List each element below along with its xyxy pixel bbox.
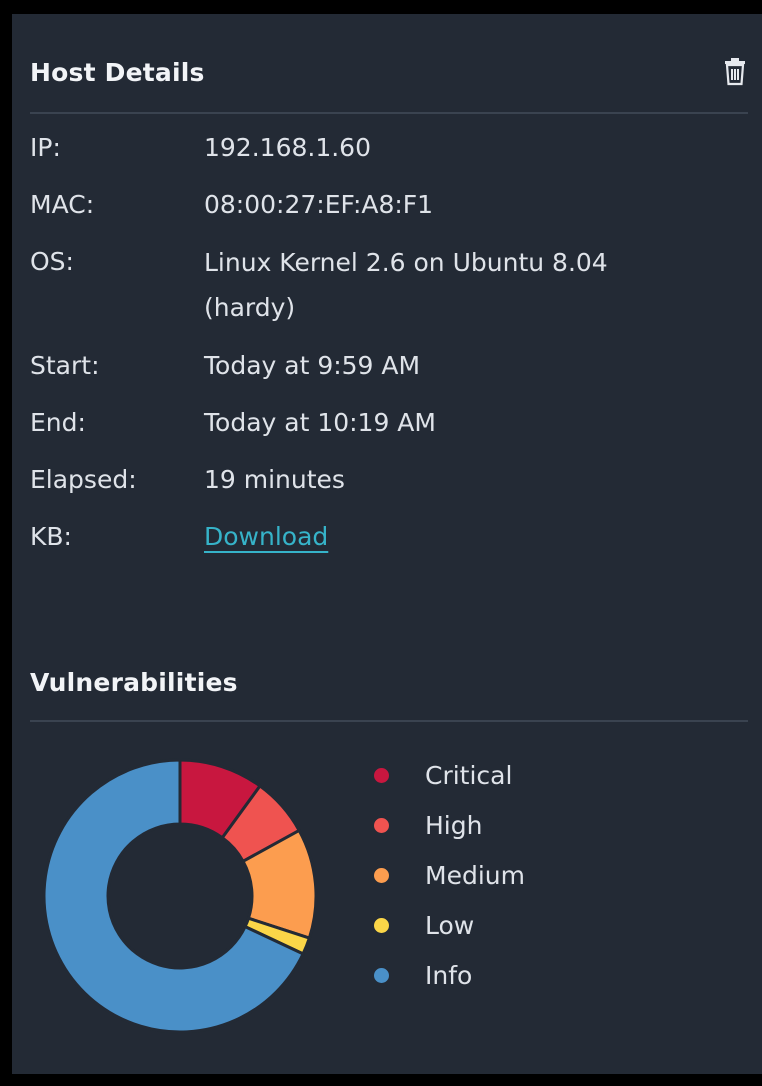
ip-label: IP: bbox=[30, 133, 61, 162]
mac-label: MAC: bbox=[30, 190, 95, 219]
end-label: End: bbox=[30, 408, 86, 437]
legend-label: High bbox=[425, 810, 483, 840]
vulnerabilities-legend: Critical High Medium Low Info bbox=[374, 750, 525, 1000]
trash-icon[interactable] bbox=[722, 57, 748, 87]
mac-value: 08:00:27:EF:A8:F1 bbox=[204, 190, 434, 219]
start-value: Today at 9:59 AM bbox=[204, 351, 421, 380]
host-details-list: IP: 192.168.1.60 MAC: 08:00:27:EF:A8:F1 … bbox=[30, 126, 730, 572]
detail-row-end: End: Today at 10:19 AM bbox=[30, 401, 730, 444]
elapsed-label: Elapsed: bbox=[30, 465, 137, 494]
legend-label: Critical bbox=[425, 760, 513, 790]
vulnerabilities-donut-chart bbox=[42, 758, 318, 1034]
legend-label: Info bbox=[425, 960, 473, 990]
end-value: Today at 10:19 AM bbox=[204, 408, 436, 437]
detail-row-kb: KB: Download bbox=[30, 515, 730, 558]
elapsed-value: 19 minutes bbox=[204, 465, 345, 494]
os-label: OS: bbox=[30, 247, 74, 276]
legend-item-high[interactable]: High bbox=[374, 800, 525, 850]
legend-dot bbox=[374, 917, 389, 933]
legend-item-medium[interactable]: Medium bbox=[374, 850, 525, 900]
detail-row-ip: IP: 192.168.1.60 bbox=[30, 126, 730, 169]
legend-dot bbox=[374, 817, 389, 833]
host-details-panel: Host Details IP: 192.168.1.60 MAC: 08:00… bbox=[12, 14, 762, 1074]
legend-item-low[interactable]: Low bbox=[374, 900, 525, 950]
detail-row-elapsed: Elapsed: 19 minutes bbox=[30, 458, 730, 501]
ip-value: 192.168.1.60 bbox=[204, 133, 371, 162]
detail-row-os: OS: Linux Kernel 2.6 on Ubuntu 8.04 (har… bbox=[30, 240, 730, 330]
legend-dot bbox=[374, 767, 389, 783]
vulnerabilities-header: Vulnerabilities bbox=[30, 644, 748, 722]
detail-row-mac: MAC: 08:00:27:EF:A8:F1 bbox=[30, 183, 730, 226]
legend-item-critical[interactable]: Critical bbox=[374, 750, 525, 800]
detail-row-start: Start: Today at 9:59 AM bbox=[30, 344, 730, 387]
host-details-title: Host Details bbox=[30, 57, 205, 87]
legend-dot bbox=[374, 967, 389, 983]
legend-dot bbox=[374, 867, 389, 883]
legend-label: Low bbox=[425, 910, 475, 940]
kb-download-link[interactable]: Download bbox=[204, 522, 328, 551]
vulnerabilities-title: Vulnerabilities bbox=[30, 667, 238, 697]
legend-item-info[interactable]: Info bbox=[374, 950, 525, 1000]
start-label: Start: bbox=[30, 351, 100, 380]
kb-label: KB: bbox=[30, 522, 72, 551]
host-details-header: Host Details bbox=[30, 32, 748, 114]
os-value: Linux Kernel 2.6 on Ubuntu 8.04 (hardy) bbox=[204, 248, 608, 322]
legend-label: Medium bbox=[425, 860, 525, 890]
